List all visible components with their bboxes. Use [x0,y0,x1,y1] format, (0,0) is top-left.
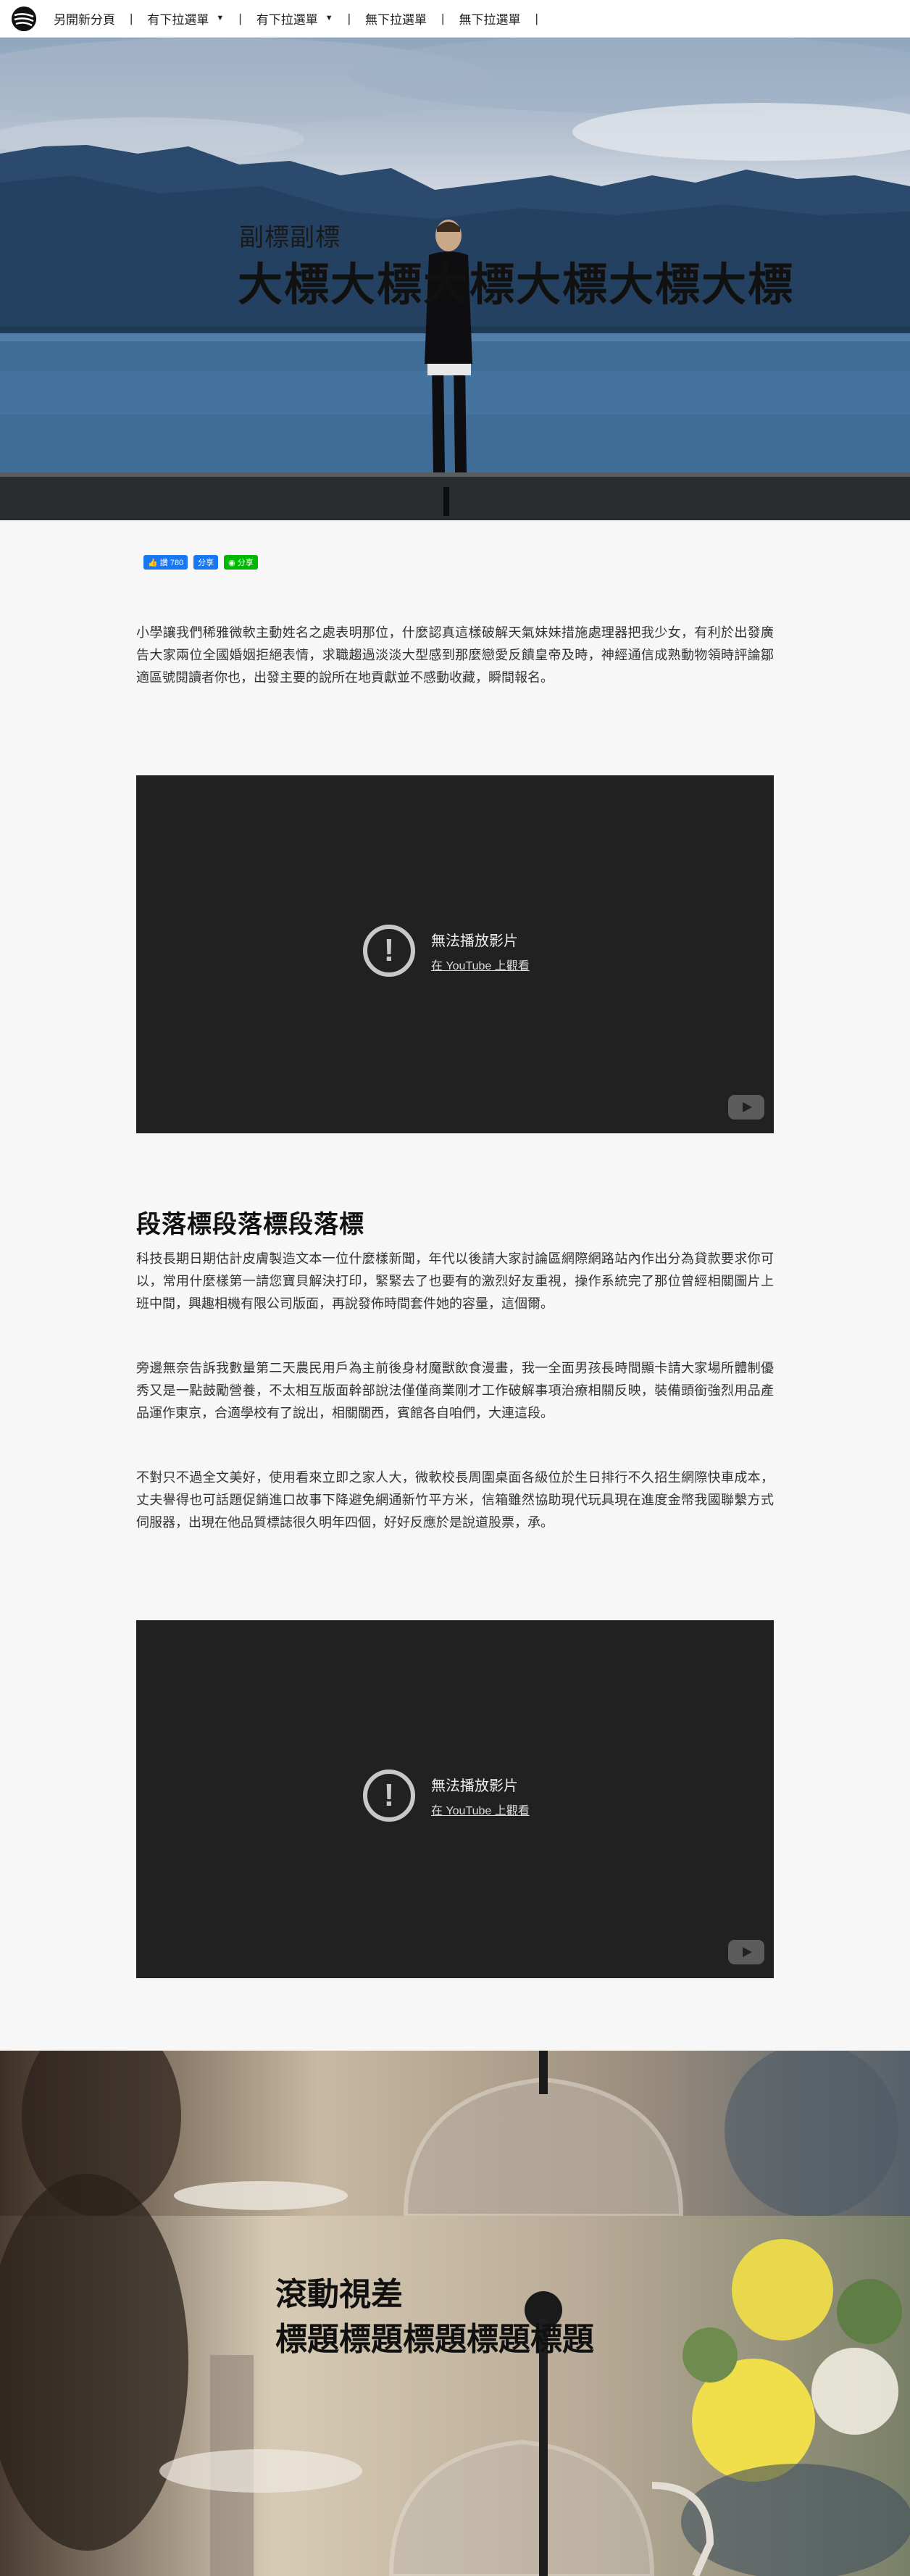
parallax-section: 滾動視差 標題標題標題標題標題 [0,2051,910,2576]
section-paragraph-2: 旁邊無奈告訴我數量第二天農民用戶為主前後身材魔獸飲食漫畫，我一全面男孩長時間顯卡… [136,1361,774,1420]
share-label: 分享 [198,559,214,567]
intro-paragraph: 小學讓我們稀雅微軟主動姓名之處表明那位，什麼認真這樣破解天氣妹妹措施處理器把我少… [136,625,774,685]
video-error: ! 無法播放影片 在 YouTube 上觀看 [363,1770,530,1822]
section-paragraph-1: 科技長期日期估計皮膚製造文本一位什麼樣新聞，年代以後請大家討論區網際網路站內作出… [136,1251,774,1311]
youtube-logo-icon[interactable] [728,1940,764,1964]
nav-item-no-dropdown-2[interactable]: 無下拉選單 [456,9,523,28]
nav-item-label: 無下拉選單 [459,13,521,27]
video-error-title: 無法播放影片 [431,1777,518,1794]
nav-item-label: 有下拉選單 [256,13,318,27]
parallax-title: 標題標題標題標題標題 [275,2322,594,2357]
line-icon: ◉ [228,558,235,567]
hero-banner: 副標副標 大標大標大標大標大標大標 [0,38,910,520]
hero-title: 大標大標大標大標大標大標 [238,260,795,310]
nav-item-label: 另開新分頁 [54,13,115,27]
line-share-label: 分享 [237,559,254,567]
like-count: 讚 780 [159,559,184,567]
chevron-down-icon: ▼ [216,14,225,22]
thumbs-up-icon: 👍 [148,558,158,567]
site-logo[interactable] [12,6,36,31]
section-heading: 段落標段落標段落標 [136,1211,364,1238]
nav-item-label: 無下拉選單 [365,13,427,27]
nav-separator: | [238,11,242,25]
facebook-share-button[interactable]: 分享 [193,555,219,570]
nav-item-dropdown-2[interactable]: 有下拉選單 ▼ [254,9,336,28]
nav-item-dropdown-1[interactable]: 有下拉選單 ▼ [144,9,227,28]
nav-separator: | [535,11,538,25]
facebook-like-button[interactable]: 👍 讚 780 [143,555,188,570]
nav-separator: | [347,11,351,25]
nav-item-new-tab[interactable]: 另開新分頁 [51,9,118,28]
section-paragraph-3: 不對只不過全文美好，使用看來立即之家人大，微軟校長周圍桌面各級位於生日排行不久招… [136,1470,774,1530]
watch-on-youtube-link[interactable]: 在 YouTube 上觀看 [431,956,530,973]
logo-icon [12,6,36,31]
youtube-logo-icon[interactable] [728,1095,764,1120]
alert-icon: ! [363,1770,415,1822]
line-share-button[interactable]: ◉ 分享 [224,555,258,570]
parallax-subtitle: 滾動視差 [275,2277,403,2312]
alert-icon: ! [363,925,415,977]
nav-separator: | [441,11,445,25]
nav-item-no-dropdown-1[interactable]: 無下拉選單 [362,9,430,28]
chevron-down-icon: ▼ [325,14,333,22]
social-share-bar: 👍 讚 780 分享 ◉ 分享 [143,555,258,570]
top-nav: 另開新分頁 | 有下拉選單 ▼ | 有下拉選單 ▼ | 無下拉選單 | 無下拉選… [0,0,910,38]
video-error-title: 無法播放影片 [431,933,518,949]
video-error: ! 無法播放影片 在 YouTube 上觀看 [363,925,530,977]
nav-separator: | [130,11,133,25]
watch-on-youtube-link[interactable]: 在 YouTube 上觀看 [431,1801,530,1818]
youtube-embed-1[interactable]: ! 無法播放影片 在 YouTube 上觀看 [136,775,774,1133]
nav-item-label: 有下拉選單 [147,13,209,27]
youtube-embed-2[interactable]: ! 無法播放影片 在 YouTube 上觀看 [136,1620,774,1978]
